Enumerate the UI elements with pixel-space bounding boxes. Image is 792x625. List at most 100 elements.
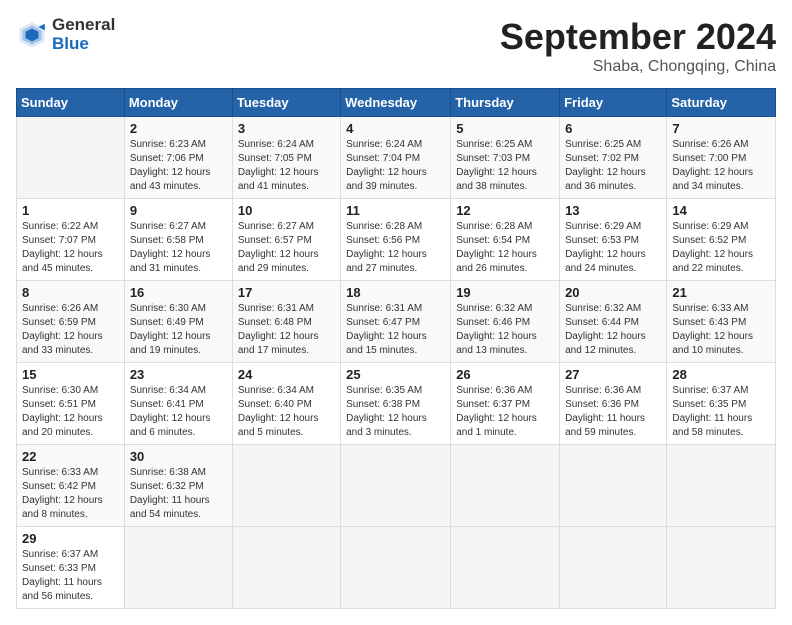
calendar-cell: 9 Sunrise: 6:27 AMSunset: 6:58 PMDaylight… xyxy=(124,199,232,281)
day-number: 26 xyxy=(456,367,554,382)
day-of-week-header: Thursday xyxy=(451,89,560,117)
day-info: Sunrise: 6:25 AMSunset: 7:03 PMDaylight:… xyxy=(456,138,554,194)
day-info: Sunrise: 6:38 AMSunset: 6:32 PMDaylight:… xyxy=(130,466,227,522)
day-info: Sunrise: 6:31 AMSunset: 6:47 PMDaylight:… xyxy=(346,302,445,358)
day-info: Sunrise: 6:27 AMSunset: 6:58 PMDaylight:… xyxy=(130,220,227,276)
day-info: Sunrise: 6:34 AMSunset: 6:41 PMDaylight:… xyxy=(130,384,227,440)
calendar-cell xyxy=(451,527,560,609)
calendar-cell: 18 Sunrise: 6:31 AMSunset: 6:47 PMDayligh… xyxy=(341,281,451,363)
calendar-cell: 20 Sunrise: 6:32 AMSunset: 6:44 PMDayligh… xyxy=(560,281,667,363)
day-number: 20 xyxy=(565,285,661,300)
calendar-cell: 17Sunrise: 6:31 AMSunset: 6:48 PMDayligh… xyxy=(232,281,340,363)
logo-icon xyxy=(16,19,48,51)
calendar-cell: 21 Sunrise: 6:33 AMSunset: 6:43 PMDayligh… xyxy=(667,281,776,363)
day-number: 22 xyxy=(22,449,119,464)
calendar-cell xyxy=(451,445,560,527)
day-number: 23 xyxy=(130,367,227,382)
day-info: Sunrise: 6:28 AMSunset: 6:54 PMDaylight:… xyxy=(456,220,554,276)
day-info: Sunrise: 6:27 AMSunset: 6:57 PMDaylight:… xyxy=(238,220,335,276)
day-info: Sunrise: 6:22 AMSunset: 7:07 PMDaylight:… xyxy=(22,220,119,276)
day-info: Sunrise: 6:36 AMSunset: 6:36 PMDaylight:… xyxy=(565,384,661,440)
day-info: Sunrise: 6:32 AMSunset: 6:44 PMDaylight:… xyxy=(565,302,661,358)
day-of-week-header: Saturday xyxy=(667,89,776,117)
day-of-week-header: Wednesday xyxy=(341,89,451,117)
day-number: 24 xyxy=(238,367,335,382)
day-info: Sunrise: 6:29 AMSunset: 6:52 PMDaylight:… xyxy=(672,220,770,276)
day-info: Sunrise: 6:32 AMSunset: 6:46 PMDaylight:… xyxy=(456,302,554,358)
calendar-cell: 13Sunrise: 6:29 AMSunset: 6:53 PMDayligh… xyxy=(560,199,667,281)
day-info: Sunrise: 6:33 AMSunset: 6:42 PMDaylight:… xyxy=(22,466,119,522)
day-number: 21 xyxy=(672,285,770,300)
calendar-cell: 19 Sunrise: 6:32 AMSunset: 6:46 PMDayligh… xyxy=(451,281,560,363)
calendar-cell: 2 Sunrise: 6:23 AMSunset: 7:06 PMDaylight… xyxy=(124,117,232,199)
day-number: 18 xyxy=(346,285,445,300)
day-number: 6 xyxy=(565,121,661,136)
title-section: September 2024 Shaba, Chongqing, China xyxy=(500,16,776,76)
day-info: Sunrise: 6:33 AMSunset: 6:43 PMDaylight:… xyxy=(672,302,770,358)
day-of-week-header: Sunday xyxy=(17,89,125,117)
calendar-cell xyxy=(667,527,776,609)
calendar-cell: 8 Sunrise: 6:26 AMSunset: 6:59 PMDaylight… xyxy=(17,281,125,363)
day-number: 9 xyxy=(130,203,227,218)
day-number: 10 xyxy=(238,203,335,218)
calendar-cell: 30 Sunrise: 6:38 AMSunset: 6:32 PMDayligh… xyxy=(124,445,232,527)
day-info: Sunrise: 6:29 AMSunset: 6:53 PMDaylight:… xyxy=(565,220,661,276)
calendar-cell xyxy=(560,445,667,527)
day-number: 12 xyxy=(456,203,554,218)
calendar-cell: 11 Sunrise: 6:28 AMSunset: 6:56 PMDayligh… xyxy=(341,199,451,281)
calendar-cell xyxy=(560,527,667,609)
day-info: Sunrise: 6:28 AMSunset: 6:56 PMDaylight:… xyxy=(346,220,445,276)
day-number: 2 xyxy=(130,121,227,136)
day-number: 27 xyxy=(565,367,661,382)
logo: General Blue xyxy=(16,16,115,53)
day-info: Sunrise: 6:37 AMSunset: 6:33 PMDaylight:… xyxy=(22,548,119,604)
calendar-cell xyxy=(232,527,340,609)
calendar-cell xyxy=(341,527,451,609)
calendar-cell xyxy=(341,445,451,527)
day-number: 29 xyxy=(22,531,119,546)
location-subtitle: Shaba, Chongqing, China xyxy=(500,58,776,76)
day-number: 15 xyxy=(22,367,119,382)
logo-text: General Blue xyxy=(52,16,115,53)
day-info: Sunrise: 6:36 AMSunset: 6:37 PMDaylight:… xyxy=(456,384,554,440)
day-number: 4 xyxy=(346,121,445,136)
page-header: General Blue September 2024 Shaba, Chong… xyxy=(16,16,776,76)
calendar-cell: 4 Sunrise: 6:24 AMSunset: 7:04 PMDaylight… xyxy=(341,117,451,199)
calendar-cell: 24Sunrise: 6:34 AMSunset: 6:40 PMDayligh… xyxy=(232,363,340,445)
calendar-cell: 10 Sunrise: 6:27 AMSunset: 6:57 PMDayligh… xyxy=(232,199,340,281)
logo-general: General xyxy=(52,16,115,35)
day-number: 30 xyxy=(130,449,227,464)
day-number: 8 xyxy=(22,285,119,300)
day-number: 5 xyxy=(456,121,554,136)
day-number: 7 xyxy=(672,121,770,136)
day-number: 28 xyxy=(672,367,770,382)
day-info: Sunrise: 6:30 AMSunset: 6:49 PMDaylight:… xyxy=(130,302,227,358)
day-info: Sunrise: 6:25 AMSunset: 7:02 PMDaylight:… xyxy=(565,138,661,194)
calendar-cell xyxy=(667,445,776,527)
day-info: Sunrise: 6:24 AMSunset: 7:05 PMDaylight:… xyxy=(238,138,335,194)
calendar-cell: 25Sunrise: 6:35 AMSunset: 6:38 PMDayligh… xyxy=(341,363,451,445)
day-number: 16 xyxy=(130,285,227,300)
calendar-cell: 7Sunrise: 6:26 AMSunset: 7:00 PMDaylight… xyxy=(667,117,776,199)
calendar-cell: 16 Sunrise: 6:30 AMSunset: 6:49 PMDayligh… xyxy=(124,281,232,363)
calendar-cell: 22 Sunrise: 6:33 AMSunset: 6:42 PMDayligh… xyxy=(17,445,125,527)
calendar-table: SundayMondayTuesdayWednesdayThursdayFrid… xyxy=(16,88,776,609)
calendar-cell: 6 Sunrise: 6:25 AMSunset: 7:02 PMDaylight… xyxy=(560,117,667,199)
day-info: Sunrise: 6:31 AMSunset: 6:48 PMDaylight:… xyxy=(238,302,335,358)
month-title: September 2024 xyxy=(500,16,776,58)
day-of-week-header: Monday xyxy=(124,89,232,117)
calendar-cell: 27 Sunrise: 6:36 AMSunset: 6:36 PMDayligh… xyxy=(560,363,667,445)
calendar-cell: 23 Sunrise: 6:34 AMSunset: 6:41 PMDayligh… xyxy=(124,363,232,445)
calendar-cell: 26 Sunrise: 6:36 AMSunset: 6:37 PMDayligh… xyxy=(451,363,560,445)
calendar-cell: 15Sunrise: 6:30 AMSunset: 6:51 PMDayligh… xyxy=(17,363,125,445)
calendar-cell: 1 Sunrise: 6:22 AMSunset: 7:07 PMDaylight… xyxy=(17,199,125,281)
day-number: 1 xyxy=(22,203,119,218)
day-info: Sunrise: 6:26 AMSunset: 6:59 PMDaylight:… xyxy=(22,302,119,358)
day-number: 19 xyxy=(456,285,554,300)
calendar-cell xyxy=(17,117,125,199)
day-number: 11 xyxy=(346,203,445,218)
day-of-week-header: Tuesday xyxy=(232,89,340,117)
day-info: Sunrise: 6:24 AMSunset: 7:04 PMDaylight:… xyxy=(346,138,445,194)
day-info: Sunrise: 6:23 AMSunset: 7:06 PMDaylight:… xyxy=(130,138,227,194)
day-number: 14 xyxy=(672,203,770,218)
